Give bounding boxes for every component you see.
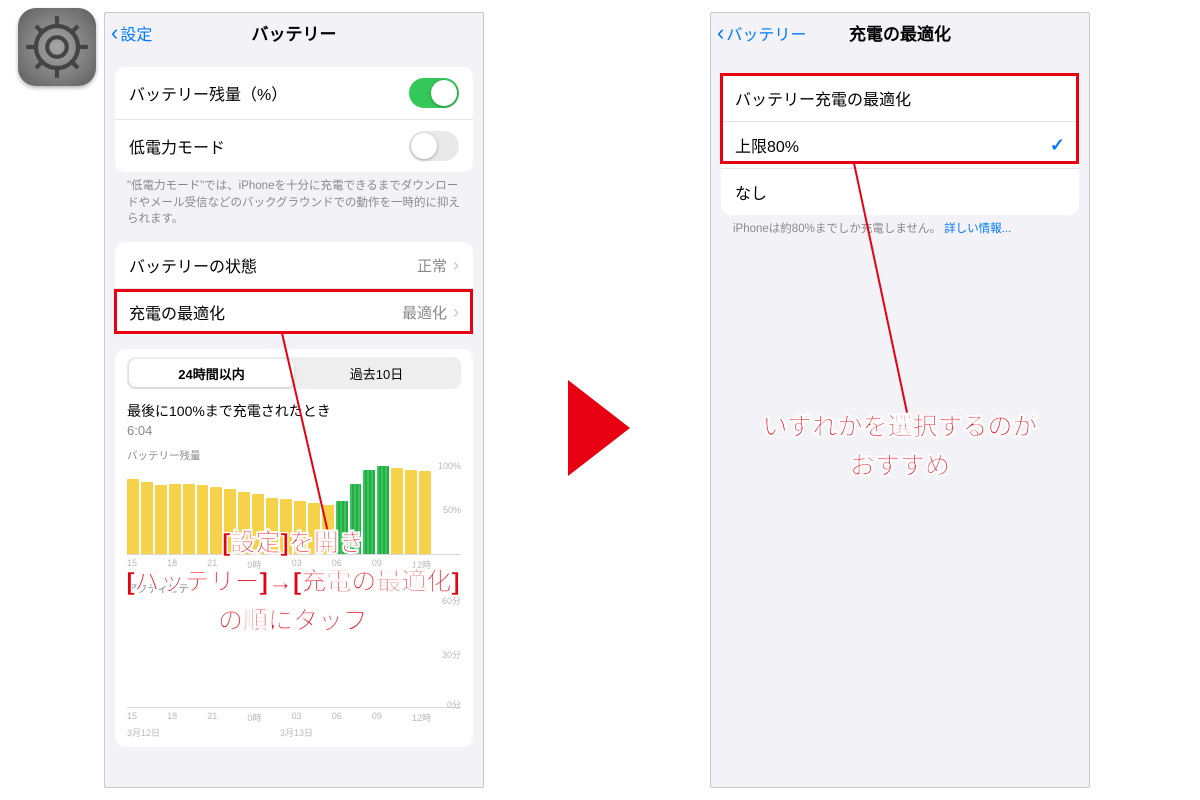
right-screenshot: ‹ バッテリー 充電の最適化 バッテリー充電の最適化 上限80% ✓ なし iP… <box>710 12 1090 788</box>
last-full-charge-title: 最後に100%まで充電されたとき <box>127 401 461 421</box>
activity-chart-xticks: 1518210時03060912時 <box>127 711 461 724</box>
gear-icon <box>22 12 92 82</box>
option-label: なし <box>735 180 767 204</box>
back-button[interactable]: ‹ 設定 <box>111 13 152 52</box>
segment-10d[interactable]: 過去10日 <box>294 359 459 387</box>
row-label: バッテリーの状態 <box>129 253 257 277</box>
ytick: 0分 <box>447 698 461 711</box>
chevron-right-icon: › <box>453 302 459 323</box>
back-label: 設定 <box>120 21 152 45</box>
checkmark-icon: ✓ <box>1050 135 1065 156</box>
last-full-charge-time: 6:04 <box>127 423 461 438</box>
low-power-footnote: "低電力モード"では、iPhoneを十分に充電できるまでダウンロードやメール受信… <box>127 178 461 228</box>
battery-level-chart-label: バッテリー残量 <box>127 448 461 463</box>
option-none[interactable]: なし <box>721 168 1079 215</box>
chevron-right-icon: › <box>453 255 459 276</box>
row-label: 充電の最適化 <box>129 300 225 324</box>
row-label: 低電力モード <box>129 134 225 158</box>
back-label: バッテリー <box>726 21 806 45</box>
page-title: バッテリー <box>252 20 337 45</box>
activity-chart-dates: 3月12日 3月13日 <box>127 726 461 739</box>
option-label: 上限80% <box>735 133 799 157</box>
more-info-link[interactable]: 詳しい情報... <box>944 223 1011 235</box>
ytick: 50% <box>443 505 461 515</box>
row-battery-health[interactable]: バッテリーの状態 正常 › <box>115 242 473 288</box>
arrow-icon <box>568 380 630 476</box>
row-battery-percent[interactable]: バッテリー残量（%） <box>115 67 473 119</box>
row-charging-optimization[interactable]: 充電の最適化 最適化 › <box>115 288 473 335</box>
group-battery-toggles: バッテリー残量（%） 低電力モード <box>115 67 473 172</box>
left-screenshot: ‹ 設定 バッテリー バッテリー残量（%） 低電力モード "低電力モード"では、… <box>104 12 484 788</box>
ytick: 30分 <box>442 648 461 661</box>
option-optimized-charging[interactable]: バッテリー充電の最適化 <box>721 75 1079 121</box>
charging-footnote: iPhoneは約80%までしか充電しません。 詳しい情報... <box>733 221 1067 238</box>
settings-app-icon <box>18 8 96 86</box>
chevron-left-icon: ‹ <box>111 22 118 44</box>
row-label: バッテリー残量（%） <box>129 81 287 105</box>
back-button[interactable]: ‹ バッテリー <box>717 13 806 52</box>
low-power-switch[interactable] <box>409 131 459 161</box>
row-low-power-mode[interactable]: 低電力モード <box>115 119 473 172</box>
segment-24h[interactable]: 24時間以内 <box>129 359 294 387</box>
ytick: 100% <box>438 461 461 471</box>
chevron-left-icon: ‹ <box>717 22 724 44</box>
battery-percent-switch[interactable] <box>409 78 459 108</box>
callout-right: いずれかを選択するのがおすすめ <box>735 408 1065 486</box>
option-limit-80[interactable]: 上限80% ✓ <box>721 121 1079 168</box>
navbar: ‹ バッテリー 充電の最適化 <box>711 13 1089 53</box>
navbar: ‹ 設定 バッテリー <box>105 13 483 53</box>
group-battery-health: バッテリーの状態 正常 › 充電の最適化 最適化 › <box>115 242 473 335</box>
row-value: 正常 <box>417 255 447 276</box>
row-value: 最適化 <box>402 302 447 323</box>
callout-left: [設定]を開き[バッテリー]→[充電の最適化]の順にタップ <box>78 524 508 640</box>
group-charging-options: バッテリー充電の最適化 上限80% ✓ なし <box>721 75 1079 215</box>
page-title: 充電の最適化 <box>849 20 951 45</box>
option-label: バッテリー充電の最適化 <box>735 86 911 110</box>
